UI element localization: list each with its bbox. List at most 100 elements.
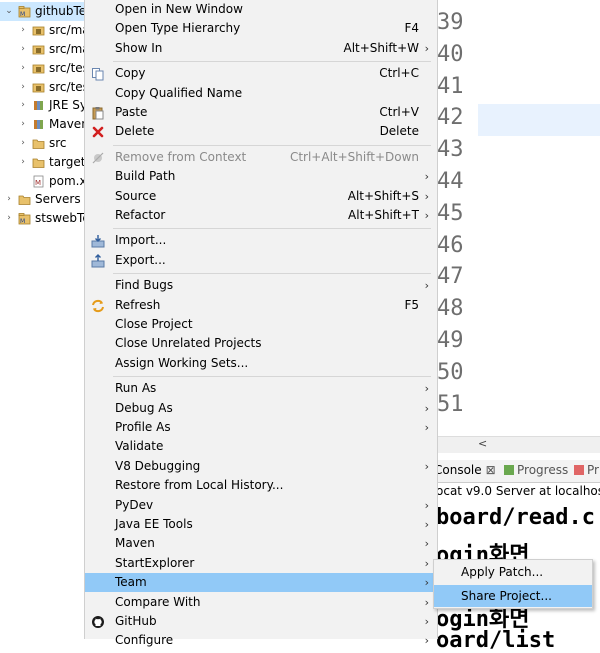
source-folder-icon — [32, 81, 45, 94]
menu-item-label: Debug As — [115, 400, 173, 415]
import-icon — [91, 234, 105, 248]
tab-console[interactable]: Console ⊠ — [434, 463, 496, 477]
menu-item-github[interactable]: GitHub › — [85, 612, 437, 631]
tree-item[interactable]: › target — [0, 153, 88, 172]
chevron-right-icon: › — [424, 556, 429, 570]
tab-progress[interactable]: Progress — [504, 463, 568, 477]
tree-item[interactable]: ⌄ MgithubTe — [0, 2, 88, 21]
library-icon — [32, 99, 45, 112]
tree-item-label: src — [49, 136, 67, 150]
menu-item-startexplorer[interactable]: StartExplorer › — [85, 554, 437, 573]
line-number: 47 — [437, 264, 464, 290]
tree-item[interactable]: › JRE Sy — [0, 96, 88, 115]
menu-item-refactor[interactable]: Refactor Alt+Shift+T › — [85, 206, 437, 225]
tree-item-label: githubTe — [35, 4, 87, 18]
menu-item-paste[interactable]: Paste Ctrl+V — [85, 103, 437, 122]
menu-item-label: Maven — [115, 536, 155, 551]
collapse-arrow-icon[interactable]: › — [18, 59, 28, 78]
menu-item-maven[interactable]: Maven › — [85, 534, 437, 553]
remove-context-icon — [91, 151, 105, 165]
tab-problems[interactable]: Pr — [574, 463, 599, 477]
collapse-arrow-icon[interactable]: › — [18, 153, 28, 172]
collapse-arrow-icon[interactable]: › — [18, 96, 28, 115]
collapse-arrow-icon[interactable]: › — [4, 190, 14, 209]
menu-item-run-as[interactable]: Run As › — [85, 379, 437, 398]
tree-item[interactable]: › src/tes — [0, 78, 88, 97]
line-number: 44 — [437, 169, 464, 194]
tree-item-label: Servers — [35, 192, 81, 206]
close-tab-icon[interactable]: ⊠ — [486, 463, 496, 477]
submenu-item-share-project[interactable]: Share Project... — [434, 585, 592, 607]
menu-item-open-in-new-window[interactable]: Open in New Window — [85, 0, 437, 19]
menu-item-debug-as[interactable]: Debug As › — [85, 399, 437, 418]
menu-item-configure[interactable]: Configure › — [85, 631, 437, 650]
tree-item[interactable]: › src/tes — [0, 59, 88, 78]
menu-item-validate[interactable]: Validate — [85, 437, 437, 456]
menu-separator — [113, 144, 431, 146]
menu-item-compare-with[interactable]: Compare With › — [85, 593, 437, 612]
menu-item-copy-qualified-name[interactable]: Copy Qualified Name — [85, 84, 437, 103]
delete-icon — [91, 125, 105, 139]
tree-item[interactable]: Mpom.x — [0, 172, 88, 191]
menu-item-label: GitHub — [115, 614, 157, 628]
menu-item-v8-debugging[interactable]: V8 Debugging › — [85, 457, 437, 476]
chevron-right-icon: › — [424, 634, 429, 648]
menu-item-import[interactable]: Import... — [85, 231, 437, 250]
menu-item-team[interactable]: Team › — [85, 573, 437, 593]
menu-item-assign-working-sets[interactable]: Assign Working Sets... — [85, 354, 437, 373]
collapse-arrow-icon[interactable]: › — [18, 134, 28, 153]
folder-icon — [32, 156, 45, 169]
menu-item-pydev[interactable]: PyDev › — [85, 496, 437, 515]
menu-item-export[interactable]: Export... — [85, 251, 437, 270]
menu-item-show-in[interactable]: Show In Alt+Shift+W › — [85, 39, 437, 58]
menu-item-label: Configure — [115, 633, 174, 648]
menu-item-label: Source — [115, 188, 157, 203]
tree-item[interactable]: › MstswebTe — [0, 209, 88, 228]
menu-item-profile-as[interactable]: Profile As › — [85, 418, 437, 437]
menu-item-restore-from-local-history[interactable]: Restore from Local History... — [85, 476, 437, 495]
folder-icon — [32, 137, 45, 150]
line-number: 46 — [437, 232, 464, 258]
menu-item-copy[interactable]: Copy Ctrl+C — [85, 64, 437, 83]
menu-item-label: Close Project — [115, 317, 193, 331]
menu-item-close-unrelated-projects[interactable]: Close Unrelated Projects — [85, 334, 437, 353]
horizontal-scrollbar[interactable]: < — [436, 436, 600, 453]
collapse-arrow-icon[interactable]: › — [4, 209, 14, 228]
tree-item[interactable]: › src/ma — [0, 40, 88, 59]
svg-text:M: M — [20, 11, 25, 18]
expand-arrow-icon[interactable]: ⌄ — [4, 2, 14, 21]
collapse-arrow-icon[interactable]: › — [18, 21, 28, 40]
menu-item-shortcut: Alt+Shift+T — [348, 208, 419, 222]
menu-item-label: Compare With — [115, 594, 201, 609]
menu-item-find-bugs[interactable]: Find Bugs › — [85, 276, 437, 295]
chevron-right-icon: › — [424, 279, 429, 293]
collapse-arrow-icon[interactable]: › — [18, 115, 28, 134]
menu-item-java-ee-tools[interactable]: Java EE Tools › — [85, 515, 437, 534]
source-folder-icon — [32, 43, 45, 56]
submenu-item-label: Apply Patch... — [461, 565, 544, 579]
tree-item-label: target — [49, 155, 86, 169]
tree-item[interactable]: › src — [0, 134, 88, 153]
menu-item-open-type-hierarchy[interactable]: Open Type Hierarchy F4 — [85, 19, 437, 38]
menu-item-delete[interactable]: Delete Delete — [85, 122, 437, 141]
tree-item[interactable]: › Maven — [0, 115, 88, 134]
menu-item-source[interactable]: Source Alt+Shift+S › — [85, 187, 437, 206]
collapse-arrow-icon[interactable]: › — [18, 40, 28, 59]
problems-icon — [574, 465, 584, 475]
menu-item-close-project[interactable]: Close Project — [85, 315, 437, 334]
menu-item-build-path[interactable]: Build Path › — [85, 167, 437, 186]
line-number: 40 — [437, 41, 464, 67]
tree-item[interactable]: › Servers — [0, 190, 88, 209]
tree-item[interactable]: › src/ma — [0, 21, 88, 40]
menu-item-refresh[interactable]: Refresh F5 — [85, 296, 437, 315]
menu-separator — [113, 376, 431, 378]
chevron-right-icon: › — [424, 189, 429, 203]
scroll-left-arrow[interactable]: < — [478, 437, 487, 450]
refresh-icon — [91, 299, 105, 313]
collapse-arrow-icon[interactable]: › — [18, 78, 28, 97]
tree-item-label: src/ma — [49, 23, 88, 37]
menu-item-shortcut: Ctrl+C — [379, 66, 419, 81]
submenu-item-apply-patch[interactable]: Apply Patch... — [434, 561, 592, 583]
menu-item-label: Java EE Tools — [115, 517, 193, 531]
chevron-right-icon: › — [424, 537, 429, 551]
